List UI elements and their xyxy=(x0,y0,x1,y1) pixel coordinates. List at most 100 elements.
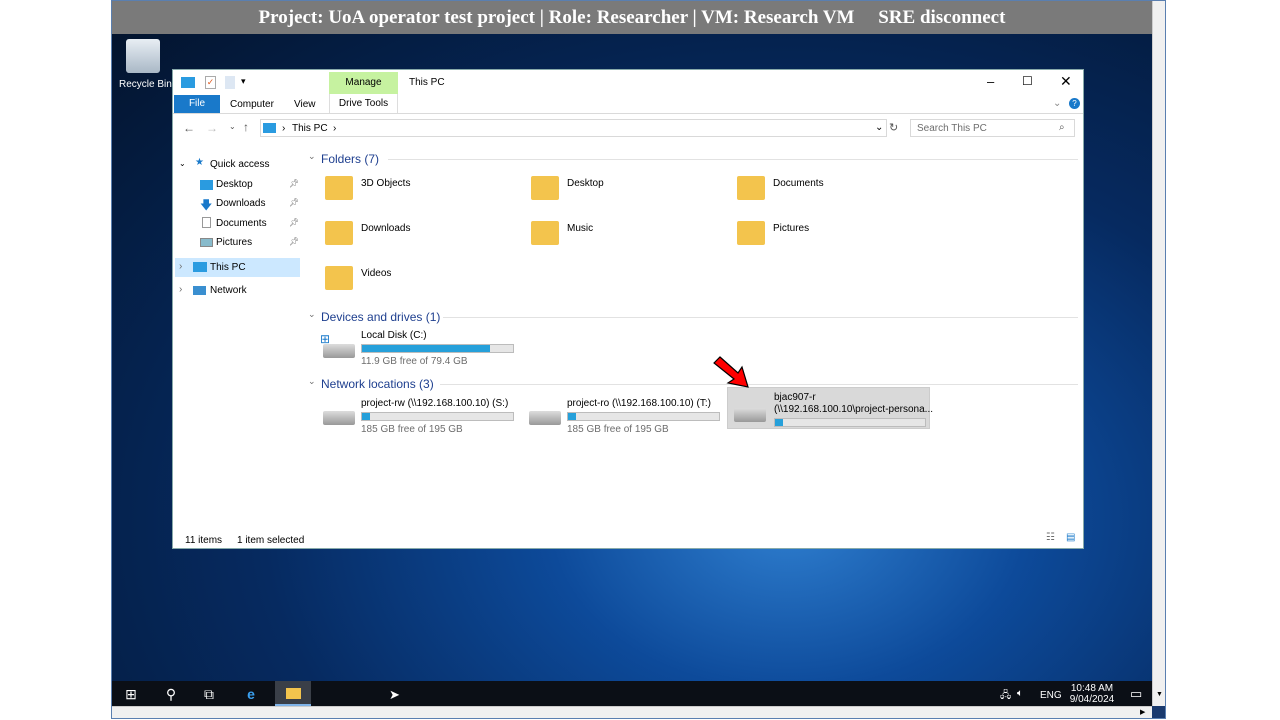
nav-this-pc[interactable]: › This PC xyxy=(175,258,300,277)
tab-computer[interactable]: Computer xyxy=(230,99,274,110)
pictures-folder-icon[interactable] xyxy=(737,221,765,245)
folder-downloads[interactable]: Downloads xyxy=(361,223,410,234)
devices-header[interactable]: Devices and drives (1) xyxy=(321,310,440,324)
network-locations-header[interactable]: Network locations (3) xyxy=(321,377,434,391)
folder-pictures[interactable]: Pictures xyxy=(773,223,809,234)
minimize-button[interactable]: – xyxy=(987,74,994,89)
windows-logo-icon: ⊞ xyxy=(320,332,331,346)
address-dropdown-icon[interactable]: ⌄ xyxy=(875,122,883,133)
internet-explorer-icon[interactable]: e xyxy=(242,685,260,703)
nav-network[interactable]: Network xyxy=(210,285,247,296)
forward-button[interactable]: → xyxy=(206,121,218,135)
address-bar[interactable]: › This PC › ⌄ xyxy=(260,119,887,137)
3d-objects-folder-icon[interactable] xyxy=(325,176,353,200)
drive-t-usage-bar xyxy=(567,412,720,421)
drive-s-usage-bar xyxy=(361,412,514,421)
search-box[interactable]: Search This PC ⌕ xyxy=(910,119,1075,137)
new-folder-icon[interactable] xyxy=(225,76,235,89)
volume-icon[interactable]: 🔈︎ xyxy=(1017,688,1023,699)
clock[interactable]: 10:48 AM 9/04/2024 xyxy=(1067,683,1117,706)
recycle-bin-icon[interactable] xyxy=(126,39,160,73)
network-drive-personal-selected[interactable]: bjac907-r (\\192.168.100.10\project-pers… xyxy=(727,387,933,429)
vertical-scrollbar[interactable]: ▼ xyxy=(1152,1,1165,706)
status-item-count: 11 items xyxy=(185,535,223,546)
breadcrumb-this-pc[interactable]: This PC xyxy=(292,123,328,134)
network-drive-s-name[interactable]: project-rw (\\192.168.100.10) (S:) xyxy=(361,398,508,409)
recent-locations-icon[interactable]: ⌄ xyxy=(229,122,236,131)
this-pc-icon xyxy=(193,262,207,272)
drive-c-free: 11.9 GB free of 79.4 GB xyxy=(361,356,468,367)
up-button[interactable]: ↑ xyxy=(243,120,249,134)
refresh-button[interactable]: ↻ xyxy=(889,121,898,134)
start-button[interactable]: ⊞ xyxy=(122,685,140,703)
pictures-icon xyxy=(200,238,213,247)
window-title: This PC xyxy=(409,77,445,88)
network-drive-t-name[interactable]: project-ro (\\192.168.100.10) (T:) xyxy=(567,398,711,409)
downloads-folder-icon[interactable] xyxy=(325,221,353,245)
search-input[interactable]: Search This PC xyxy=(917,123,987,134)
desktop-folder-icon[interactable] xyxy=(531,176,559,200)
folder-3d-objects[interactable]: 3D Objects xyxy=(361,178,410,189)
customize-qat-icon[interactable]: ▾ xyxy=(241,76,246,87)
session-bar[interactable]: Project: UoA operator test project | Rol… xyxy=(112,1,1152,34)
drive-personal-usage-bar xyxy=(774,418,926,427)
tab-drive-tools[interactable]: Drive Tools xyxy=(329,94,398,113)
this-pc-icon xyxy=(263,123,276,133)
folders-header[interactable]: Folders (7) xyxy=(321,152,379,166)
content-pane: ⌄ Folders (7) 3D Objects Desktop Documen… xyxy=(308,148,1083,528)
network-icon xyxy=(193,286,206,295)
nav-desktop[interactable]: Desktop xyxy=(216,179,253,190)
folder-videos[interactable]: Videos xyxy=(361,268,391,279)
drive-c-usage-bar xyxy=(361,344,514,353)
close-button[interactable]: ✕ xyxy=(1060,73,1072,90)
drive-s-free: 185 GB free of 195 GB xyxy=(361,424,463,435)
download-icon: 🡇 xyxy=(200,198,213,212)
nav-documents[interactable]: Documents xyxy=(216,218,267,229)
local-disk-icon[interactable] xyxy=(323,344,355,358)
music-folder-icon[interactable] xyxy=(531,221,559,245)
folder-desktop[interactable]: Desktop xyxy=(567,178,604,189)
pin-icon: 📌︎ xyxy=(289,198,300,207)
drive-c-name[interactable]: Local Disk (C:) xyxy=(361,330,427,341)
pin-icon: 📌︎ xyxy=(289,237,300,246)
red-arrow-annotation xyxy=(713,356,749,388)
network-drive-icon[interactable] xyxy=(323,411,355,425)
network-drive-icon xyxy=(734,408,766,422)
recycle-bin-label[interactable]: Recycle Bin xyxy=(119,79,172,90)
chevron-down-icon[interactable]: ⌄ xyxy=(179,159,186,168)
mouse-cursor: ➤ xyxy=(389,687,400,702)
tab-view[interactable]: View xyxy=(294,99,316,110)
tab-file[interactable]: File xyxy=(174,95,220,113)
nav-pictures[interactable]: Pictures xyxy=(216,237,252,248)
documents-folder-icon[interactable] xyxy=(737,176,765,200)
back-button[interactable]: ← xyxy=(183,121,195,135)
network-warning-icon[interactable]: 🖧 xyxy=(1000,688,1011,705)
nav-downloads[interactable]: Downloads xyxy=(216,198,265,209)
taskbar: ⊞ ⚲ ⧉ e ➤ 🖧 🔈︎ ENG 10:48 AM 9/04/2024 ▭ xyxy=(112,681,1152,706)
pin-icon: 📌︎ xyxy=(289,179,300,188)
navigation-pane: ⌄ ★ Quick access Desktop 🡇 Downloads Doc… xyxy=(173,148,303,528)
help-icon[interactable]: ? xyxy=(1069,98,1080,109)
nav-quick-access[interactable]: Quick access xyxy=(210,159,269,170)
horizontal-scrollbar[interactable]: ▶ xyxy=(112,706,1152,718)
manage-tab[interactable]: Manage xyxy=(329,72,398,94)
search-icon: ⌕ xyxy=(1059,122,1065,133)
folder-documents[interactable]: Documents xyxy=(773,178,824,189)
details-view-button[interactable]: ☷ xyxy=(1046,532,1055,543)
search-icon[interactable]: ⚲ xyxy=(162,685,180,703)
drive-t-free: 185 GB free of 195 GB xyxy=(567,424,669,435)
action-center-icon[interactable]: ▭ xyxy=(1130,686,1142,702)
file-explorer-window: ✓ ▾ Manage This PC – ☐ ✕ File Computer V… xyxy=(172,69,1084,549)
folder-music[interactable]: Music xyxy=(567,223,593,234)
desktop-icon xyxy=(200,180,213,190)
task-view-icon[interactable]: ⧉ xyxy=(200,685,218,703)
network-drive-icon[interactable] xyxy=(529,411,561,425)
properties-icon[interactable]: ✓ xyxy=(205,76,216,89)
large-icons-view-button[interactable]: ▤ xyxy=(1066,532,1075,543)
expand-ribbon-icon[interactable]: ⌄ xyxy=(1053,98,1061,109)
file-explorer-taskbar-button[interactable] xyxy=(275,681,311,706)
videos-folder-icon[interactable] xyxy=(325,266,353,290)
maximize-button[interactable]: ☐ xyxy=(1022,74,1033,88)
language-indicator[interactable]: ENG xyxy=(1040,690,1062,701)
documents-icon xyxy=(202,217,211,228)
